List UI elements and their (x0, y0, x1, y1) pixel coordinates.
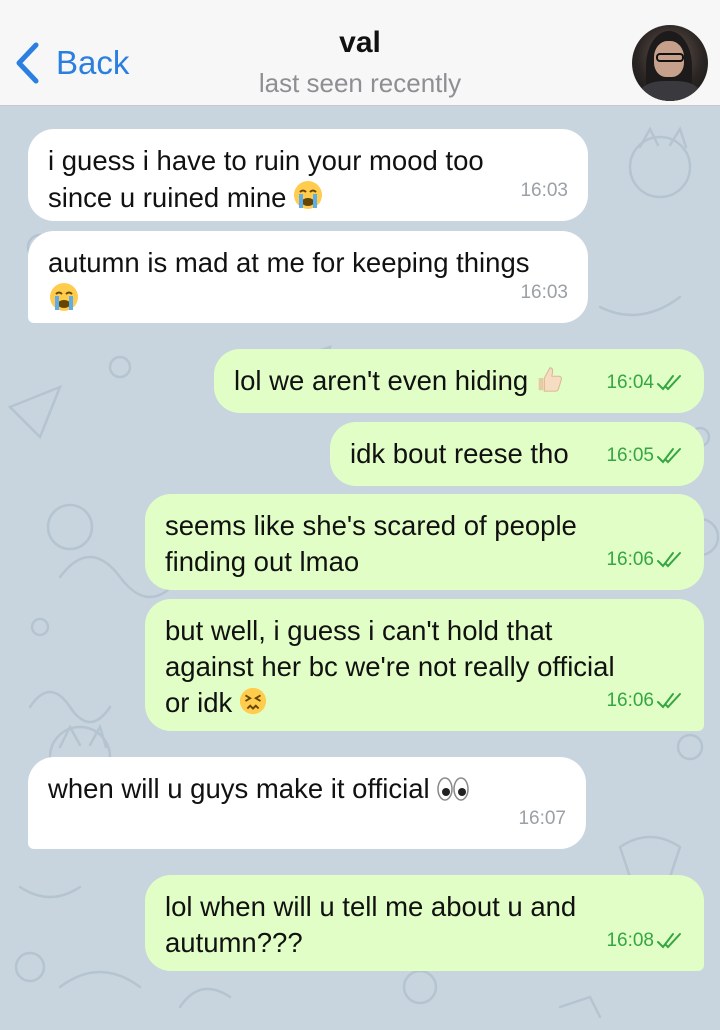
message-time: 16:06 (606, 690, 654, 711)
message-time: 16:07 (518, 808, 566, 829)
read-receipt-icon (657, 933, 681, 949)
message-time: 16:04 (606, 372, 654, 393)
message-bubble-outgoing[interactable]: but well, i guess i can't hold that agai… (145, 599, 704, 731)
contact-name[interactable]: val (0, 26, 720, 60)
message-text: i guess i have to ruin your mood too (48, 145, 484, 176)
chat-header: Back val last seen recently (0, 0, 720, 106)
message-time: 16:03 (520, 180, 568, 201)
message-text: autumn??? (165, 927, 303, 958)
message-bubble-incoming[interactable]: i guess i have to ruin your mood too sin… (28, 129, 588, 221)
message-text: when will u guys make it official (48, 773, 430, 804)
persevering-face-icon (240, 687, 267, 715)
message-text: lol when will u tell me about u and (165, 891, 577, 922)
message-text: but well, i guess i can't hold that (165, 615, 553, 646)
message-text: autumn is mad at me for keeping things (48, 247, 530, 278)
contact-status: last seen recently (258, 68, 462, 98)
message-bubble-incoming[interactable]: autumn is mad at me for keeping things 1… (28, 231, 588, 323)
read-receipt-icon (657, 552, 681, 568)
message-time: 16:08 (606, 930, 654, 951)
message-text: or idk (165, 687, 233, 718)
message-text: seems like she's scared of people (165, 510, 577, 541)
read-receipt-icon (657, 375, 681, 391)
read-receipt-icon (657, 693, 681, 709)
message-text: since u ruined mine (48, 182, 287, 213)
message-bubble-outgoing[interactable]: seems like she's scared of people findin… (145, 494, 704, 590)
loudly-crying-face-icon (294, 181, 323, 209)
message-list[interactable]: i guess i have to ruin your mood too sin… (0, 107, 720, 1030)
message-text: against her bc we're not really official (165, 651, 615, 682)
message-bubble-outgoing[interactable]: lol when will u tell me about u and autu… (145, 875, 704, 971)
message-text: lol we aren't even hiding (234, 365, 529, 396)
message-time: 16:03 (520, 282, 568, 303)
message-text: finding out lmao (165, 546, 360, 577)
thumbs-up-icon (538, 367, 563, 392)
read-receipt-icon (657, 448, 681, 464)
eyes-icon (436, 777, 469, 801)
message-bubble-outgoing[interactable]: lol we aren't even hiding 16:04 (214, 349, 704, 413)
message-bubble-outgoing[interactable]: idk bout reese tho 16:05 (330, 422, 704, 486)
message-bubble-incoming[interactable]: when will u guys make it official 16:07 (28, 757, 586, 849)
message-time: 16:05 (606, 445, 654, 466)
message-time: 16:06 (606, 549, 654, 570)
loudly-crying-face-icon (50, 283, 78, 311)
contact-avatar[interactable] (632, 25, 708, 101)
